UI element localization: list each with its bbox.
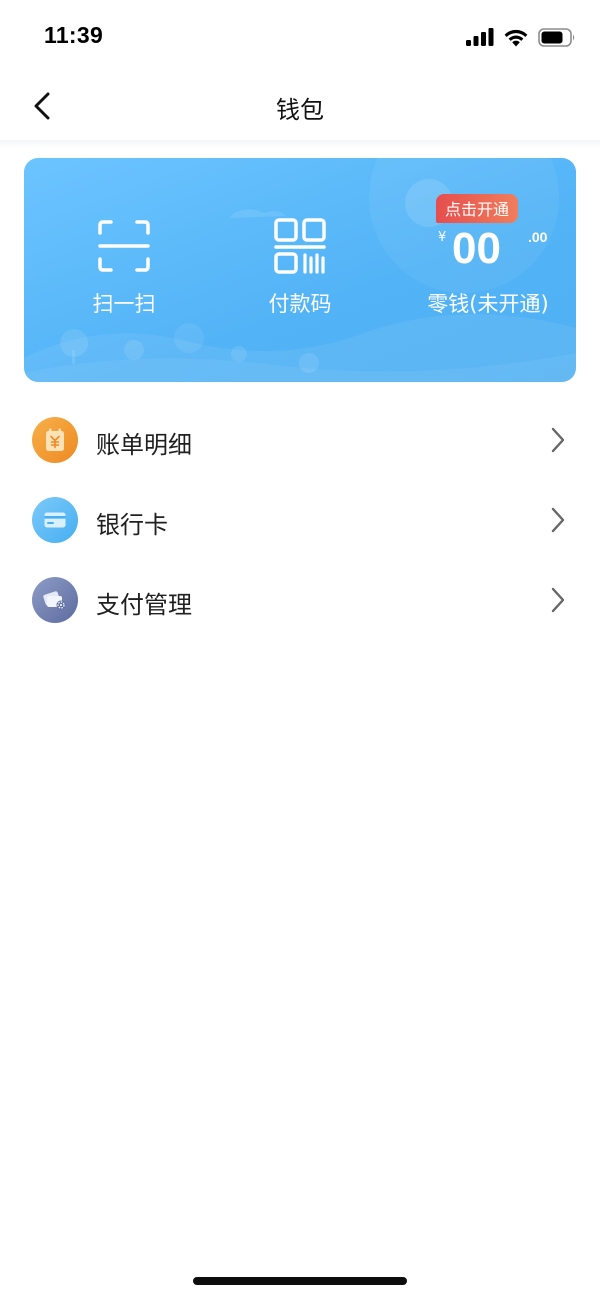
balance-amount: 00 [452, 224, 501, 273]
menu-item-bank-card[interactable]: 银行卡 [0, 480, 600, 560]
status-time: 11:39 [44, 22, 104, 48]
change-button[interactable]: 点击开通 ¥ 00 .00 零钱(未开通) [400, 190, 576, 340]
pay-code-icon [272, 216, 328, 276]
pay-code-label: 付款码 [268, 292, 332, 316]
menu-item-bill-details[interactable]: 账单明细 [0, 400, 600, 480]
menu-label-bill-details: 账单明细 [96, 431, 192, 459]
menu-item-payment-settings[interactable]: 支付管理 [0, 560, 600, 640]
pay-code-button[interactable]: 付款码 [220, 216, 380, 336]
scan-icon [96, 216, 152, 276]
battery-icon [538, 27, 575, 47]
status-icons [466, 26, 576, 48]
wifi-icon [504, 29, 528, 46]
menu-label-payment-settings: 支付管理 [96, 591, 192, 619]
menu-list: 账单明细 银行卡 支付管理 [0, 400, 600, 640]
status-bar: 11:39 [0, 0, 600, 76]
signal-icon [466, 28, 494, 46]
bank-card-icon [32, 497, 78, 543]
chevron-right-icon [551, 507, 565, 533]
page-title: 钱包 [276, 96, 324, 124]
home-indicator[interactable] [193, 1277, 407, 1285]
scan-label: 扫一扫 [92, 292, 156, 316]
payment-settings-icon [32, 577, 78, 623]
wallet-card: 扫一扫 付款码 点击开通 ¥ 00 .00 零钱(未开通) [24, 158, 576, 382]
open-badge[interactable]: 点击开通 [436, 194, 519, 223]
balance-cents: .00 [528, 229, 548, 245]
scan-button[interactable]: 扫一扫 [44, 216, 204, 336]
menu-label-bank-card: 银行卡 [96, 511, 168, 539]
nav-divider [0, 140, 600, 148]
change-label: 零钱(未开通) [427, 292, 549, 316]
currency-symbol: ¥ [438, 230, 447, 245]
chevron-right-icon [551, 587, 565, 613]
bill-icon [32, 417, 78, 463]
nav-bar: 钱包 [0, 76, 600, 140]
chevron-right-icon [551, 427, 565, 453]
